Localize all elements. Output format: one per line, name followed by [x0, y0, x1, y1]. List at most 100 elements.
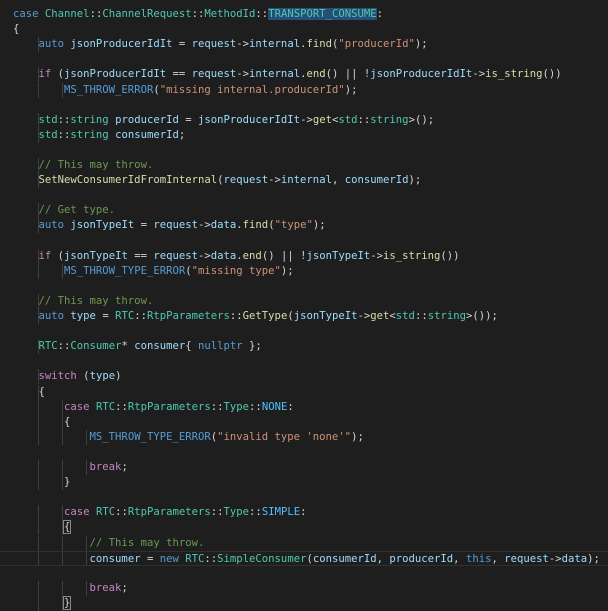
code-text: SetNewConsumerIdFromInternal(request->in… — [13, 174, 422, 187]
code-text: consumer = new RTC::SimpleConsumer(consu… — [13, 553, 600, 565]
code-line[interactable]: SetNewConsumerIdFromInternal(request->in… — [0, 173, 608, 189]
code-line[interactable]: consumer = new RTC::SimpleConsumer(consu… — [0, 550, 608, 566]
code-line[interactable]: if (jsonProducerIdIt == request->interna… — [0, 67, 608, 83]
code-token: RtpParameters — [127, 506, 211, 519]
code-token: jsonProducerIdIt — [64, 68, 167, 81]
code-line[interactable]: } — [0, 595, 608, 611]
code-token: ( — [51, 68, 65, 81]
code-token: string — [427, 310, 466, 322]
code-token: find — [242, 219, 269, 232]
code-token: , — [331, 174, 345, 187]
code-token: if — [38, 68, 52, 81]
code-token: :: — [414, 310, 428, 322]
code-line[interactable]: RTC::Consumer* consumer{ nullptr }; — [0, 339, 608, 355]
code-token: end — [242, 249, 262, 262]
code-line[interactable]: std::string producerId = jsonProducerIdI… — [0, 112, 608, 128]
code-line[interactable]: std::string consumerId; — [0, 127, 608, 143]
code-token: ); — [351, 430, 364, 443]
indent-guide — [38, 460, 39, 475]
code-token: -> — [548, 552, 562, 565]
code-editor[interactable]: case Channel::ChannelRequest::MethodId::… — [0, 0, 608, 611]
code-line[interactable] — [0, 324, 608, 339]
indent-guide — [62, 580, 63, 596]
indent-guide — [86, 460, 87, 475]
code-line[interactable] — [0, 445, 608, 460]
code-line[interactable]: // Get type. — [0, 203, 608, 219]
code-line[interactable]: case RTC::RtpParameters::Type::NONE: — [0, 399, 608, 415]
code-line[interactable]: break; — [0, 460, 608, 475]
code-token: data — [561, 552, 588, 565]
code-token: >(); — [408, 113, 435, 126]
indent-guide — [38, 158, 39, 173]
code-token: data — [210, 249, 237, 262]
indent-guide — [62, 263, 63, 279]
code-token: consumerId — [312, 552, 377, 565]
code-token: ); — [414, 38, 428, 51]
code-token: break — [89, 461, 122, 473]
code-token: { — [13, 23, 20, 36]
code-text: std::string producerId = jsonProducerIdI… — [13, 113, 435, 126]
code-text: { — [13, 23, 19, 35]
code-token: string — [70, 113, 109, 126]
code-line[interactable]: { — [0, 384, 608, 400]
code-text: if (jsonProducerIdIt == request->interna… — [13, 68, 562, 80]
code-line[interactable] — [0, 98, 608, 113]
code-text: break; — [13, 582, 128, 594]
code-line[interactable]: if (jsonTypeIt == request->data.end() ||… — [0, 248, 608, 264]
code-token: : — [287, 400, 294, 413]
code-token: :: — [57, 113, 71, 126]
code-line[interactable]: } — [0, 475, 608, 491]
indent-guide — [38, 475, 39, 491]
code-token: = — [178, 113, 199, 126]
code-token: "invalid type 'none'" — [217, 430, 352, 443]
code-line[interactable]: MS_THROW_TYPE_ERROR("invalid type 'none'… — [0, 429, 608, 445]
code-line[interactable]: break; — [0, 580, 608, 596]
code-line[interactable]: // This may throw. — [0, 293, 608, 309]
code-line[interactable] — [0, 143, 608, 158]
code-token: , — [491, 552, 505, 565]
code-token: jsonTypeIt — [306, 249, 371, 262]
code-token: ; — [121, 461, 128, 473]
code-text: MS_THROW_TYPE_ERROR("invalid type 'none'… — [13, 431, 364, 443]
code-line[interactable]: switch (type) — [0, 369, 608, 385]
code-token: RTC — [115, 310, 135, 322]
code-token: :: — [89, 8, 103, 20]
code-line[interactable] — [0, 52, 608, 67]
code-token: jsonProducerIdIt — [370, 68, 473, 81]
code-token: get — [312, 113, 332, 126]
code-line[interactable] — [0, 279, 608, 294]
code-token: jsonTypeIt — [64, 249, 128, 262]
code-token: : — [376, 8, 384, 20]
code-token: GetType — [242, 310, 288, 322]
code-line[interactable]: { — [0, 22, 608, 37]
code-token: :: — [115, 400, 128, 413]
code-line[interactable]: { — [0, 520, 608, 536]
code-token: string — [70, 128, 109, 141]
code-line[interactable] — [0, 490, 608, 505]
code-token: ()) — [542, 68, 562, 81]
code-token: = — [134, 219, 154, 232]
code-line[interactable] — [0, 566, 608, 581]
code-text: auto jsonTypeIt = request->data.find("ty… — [13, 219, 326, 231]
code-line[interactable]: MS_THROW_ERROR("missing internal.produce… — [0, 82, 608, 98]
code-token: () || ! — [261, 249, 307, 262]
code-token: ( — [51, 249, 65, 262]
code-line[interactable]: case RTC::RtpParameters::Type::SIMPLE: — [0, 505, 608, 521]
code-line[interactable] — [0, 234, 608, 249]
code-token: "type" — [274, 219, 313, 232]
code-token: MS_THROW_ERROR — [64, 83, 154, 96]
code-line[interactable]: MS_THROW_TYPE_ERROR("missing type"); — [0, 263, 608, 279]
code-token: producerId — [115, 113, 179, 126]
code-line[interactable]: { — [0, 414, 608, 430]
code-line[interactable]: auto jsonTypeIt = request->data.find("ty… — [0, 218, 608, 234]
indent-guide — [38, 248, 39, 264]
code-line[interactable]: auto type = RTC::RtpParameters::GetType(… — [0, 309, 608, 324]
code-line[interactable]: // This may throw. — [0, 158, 608, 173]
code-token: == — [127, 249, 154, 262]
code-line[interactable] — [0, 188, 608, 203]
code-line[interactable]: auto jsonProducerIdIt = request->interna… — [0, 37, 608, 53]
code-line[interactable]: case Channel::ChannelRequest::MethodId::… — [0, 7, 608, 22]
code-token: ); — [312, 219, 326, 232]
code-line[interactable] — [0, 354, 608, 369]
code-line[interactable]: // This may throw. — [0, 535, 608, 551]
